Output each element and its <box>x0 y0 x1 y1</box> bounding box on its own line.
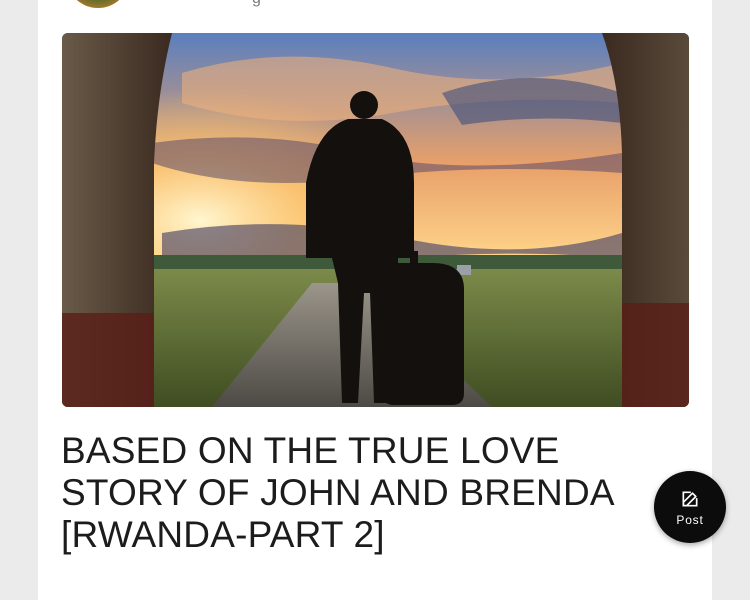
new-post-button[interactable]: Post <box>654 471 726 543</box>
post-hero-image[interactable] <box>62 33 689 407</box>
hero-illustration <box>62 33 689 407</box>
post-title[interactable]: BASED ON THE TRUE LOVE STORY OF JOHN AND… <box>61 430 691 556</box>
new-post-label: Post <box>676 513 704 527</box>
author-name[interactable]: g <box>252 0 261 8</box>
edit-icon <box>682 491 698 507</box>
